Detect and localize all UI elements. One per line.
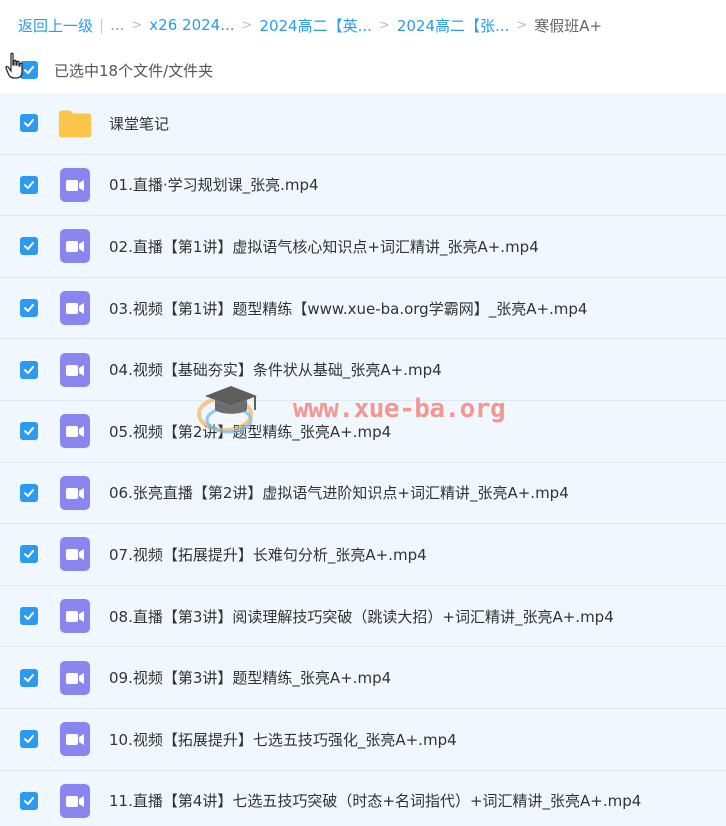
breadcrumb-current: 寒假班A+ <box>534 16 603 35</box>
chevron-right-icon: > <box>378 17 390 33</box>
file-row[interactable]: 课堂笔记 <box>0 93 726 155</box>
checkmark-icon <box>24 119 34 128</box>
video-file-icon <box>57 167 93 203</box>
file-row[interactable]: 08.直播【第3讲】阅读理解技巧突破（跳读大招）+词汇精讲_张亮A+.mp4 <box>0 585 726 648</box>
file-browser: 返回上一级 | ... > x26 2024... > 2024高二【英... … <box>0 0 726 826</box>
file-name[interactable]: 09.视频【第3讲】题型精练_张亮A+.mp4 <box>109 667 391 688</box>
breadcrumb-divider: | <box>99 16 105 34</box>
file-row[interactable]: 05.视频【第2讲】题型精练_张亮A+.mp4 <box>0 400 726 463</box>
checkmark-icon <box>24 796 34 805</box>
file-checkbox[interactable] <box>20 730 38 749</box>
hand-cursor-icon <box>5 52 23 79</box>
checkmark-icon <box>24 427 34 436</box>
chevron-right-icon: > <box>131 17 143 33</box>
video-file-icon <box>57 413 93 449</box>
file-checkbox[interactable] <box>20 483 38 502</box>
video-file-icon <box>57 721 93 757</box>
file-checkbox[interactable] <box>20 545 38 564</box>
video-file-icon <box>57 475 93 511</box>
checkmark-icon <box>24 365 34 374</box>
file-name[interactable]: 07.视频【拓展提升】长难句分析_张亮A+.mp4 <box>109 544 427 565</box>
breadcrumb-item[interactable]: 2024高二【英... <box>259 15 371 36</box>
file-row[interactable]: 03.视频【第1讲】题型精练【www.xue-ba.org学霸网】_张亮A+.m… <box>0 277 726 340</box>
file-checkbox[interactable] <box>20 114 38 133</box>
chevron-right-icon: > <box>241 17 253 33</box>
file-row[interactable]: 10.视频【拓展提升】七选五技巧强化_张亮A+.mp4 <box>0 708 726 771</box>
file-name[interactable]: 02.直播【第1讲】虚拟语气核心知识点+词汇精讲_张亮A+.mp4 <box>109 236 539 257</box>
file-row[interactable]: 11.直播【第4讲】七选五技巧突破（时态+名词指代）+词汇精讲_张亮A+.mp4 <box>0 770 726 826</box>
file-row[interactable]: 04.视频【基础夯实】条件状从基础_张亮A+.mp4 <box>0 339 726 401</box>
video-file-icon <box>57 290 93 326</box>
file-name[interactable]: 01.直播·学习规划课_张亮.mp4 <box>109 174 319 195</box>
file-name[interactable]: 08.直播【第3讲】阅读理解技巧突破（跳读大招）+词汇精讲_张亮A+.mp4 <box>109 606 614 627</box>
file-row[interactable]: 07.视频【拓展提升】长难句分析_张亮A+.mp4 <box>0 524 726 586</box>
checkmark-icon <box>24 180 34 189</box>
file-checkbox[interactable] <box>20 791 38 810</box>
file-checkbox[interactable] <box>20 175 38 194</box>
chevron-right-icon: > <box>516 17 528 33</box>
video-file-icon <box>57 598 93 634</box>
back-link[interactable]: 返回上一级 <box>18 15 93 36</box>
breadcrumb-item[interactable]: 2024高二【张... <box>397 15 509 36</box>
file-name[interactable]: 03.视频【第1讲】题型精练【www.xue-ba.org学霸网】_张亮A+.m… <box>109 298 587 319</box>
video-file-icon <box>57 352 93 388</box>
file-row[interactable]: 01.直播·学习规划课_张亮.mp4 <box>0 154 726 217</box>
breadcrumb-item[interactable]: x26 2024... <box>149 16 234 34</box>
breadcrumb: 返回上一级 | ... > x26 2024... > 2024高二【英... … <box>0 0 726 50</box>
checkmark-icon <box>24 304 34 313</box>
file-name[interactable]: 11.直播【第4讲】七选五技巧突破（时态+名词指代）+词汇精讲_张亮A+.mp4 <box>109 790 641 811</box>
video-file-icon <box>57 536 93 572</box>
checkmark-icon <box>24 735 34 744</box>
file-name[interactable]: 10.视频【拓展提升】七选五技巧强化_张亮A+.mp4 <box>109 729 457 750</box>
checkmark-icon <box>24 673 34 682</box>
file-checkbox[interactable] <box>20 360 38 379</box>
file-name[interactable]: 课堂笔记 <box>109 113 169 134</box>
file-name[interactable]: 04.视频【基础夯实】条件状从基础_张亮A+.mp4 <box>109 359 442 380</box>
checkmark-icon <box>24 488 34 497</box>
file-name[interactable]: 05.视频【第2讲】题型精练_张亮A+.mp4 <box>109 421 391 442</box>
folder-icon <box>57 105 93 141</box>
selection-count: 已选中18个文件/文件夹 <box>54 61 214 80</box>
video-file-icon <box>57 660 93 696</box>
video-file-icon <box>57 228 93 264</box>
select-all-bar: 已选中18个文件/文件夹 <box>0 50 726 90</box>
file-checkbox[interactable] <box>20 668 38 687</box>
checkmark-icon <box>24 550 34 559</box>
file-checkbox[interactable] <box>20 299 38 318</box>
file-row[interactable]: 02.直播【第1讲】虚拟语气核心知识点+词汇精讲_张亮A+.mp4 <box>0 216 726 278</box>
file-checkbox[interactable] <box>20 607 38 626</box>
file-name[interactable]: 06.张亮直播【第2讲】虚拟语气进阶知识点+词汇精讲_张亮A+.mp4 <box>109 482 569 503</box>
checkmark-icon <box>24 242 34 251</box>
breadcrumb-ellipsis[interactable]: ... <box>110 16 124 34</box>
file-list: 课堂笔记 01.直播·学习规划课_张亮.mp4 02.直播【第1讲】虚拟语气核心知识… <box>0 93 726 826</box>
file-checkbox[interactable] <box>20 422 38 441</box>
file-checkbox[interactable] <box>20 237 38 256</box>
video-file-icon <box>57 783 93 819</box>
checkmark-icon <box>24 612 34 621</box>
file-row[interactable]: 06.张亮直播【第2讲】虚拟语气进阶知识点+词汇精讲_张亮A+.mp4 <box>0 462 726 525</box>
file-row[interactable]: 09.视频【第3讲】题型精练_张亮A+.mp4 <box>0 647 726 709</box>
